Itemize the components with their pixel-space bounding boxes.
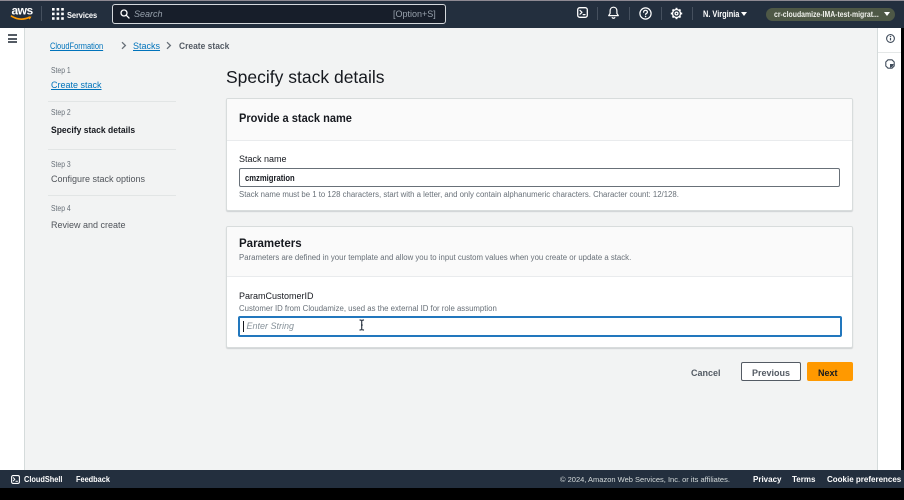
- svg-text:aws: aws: [12, 4, 34, 18]
